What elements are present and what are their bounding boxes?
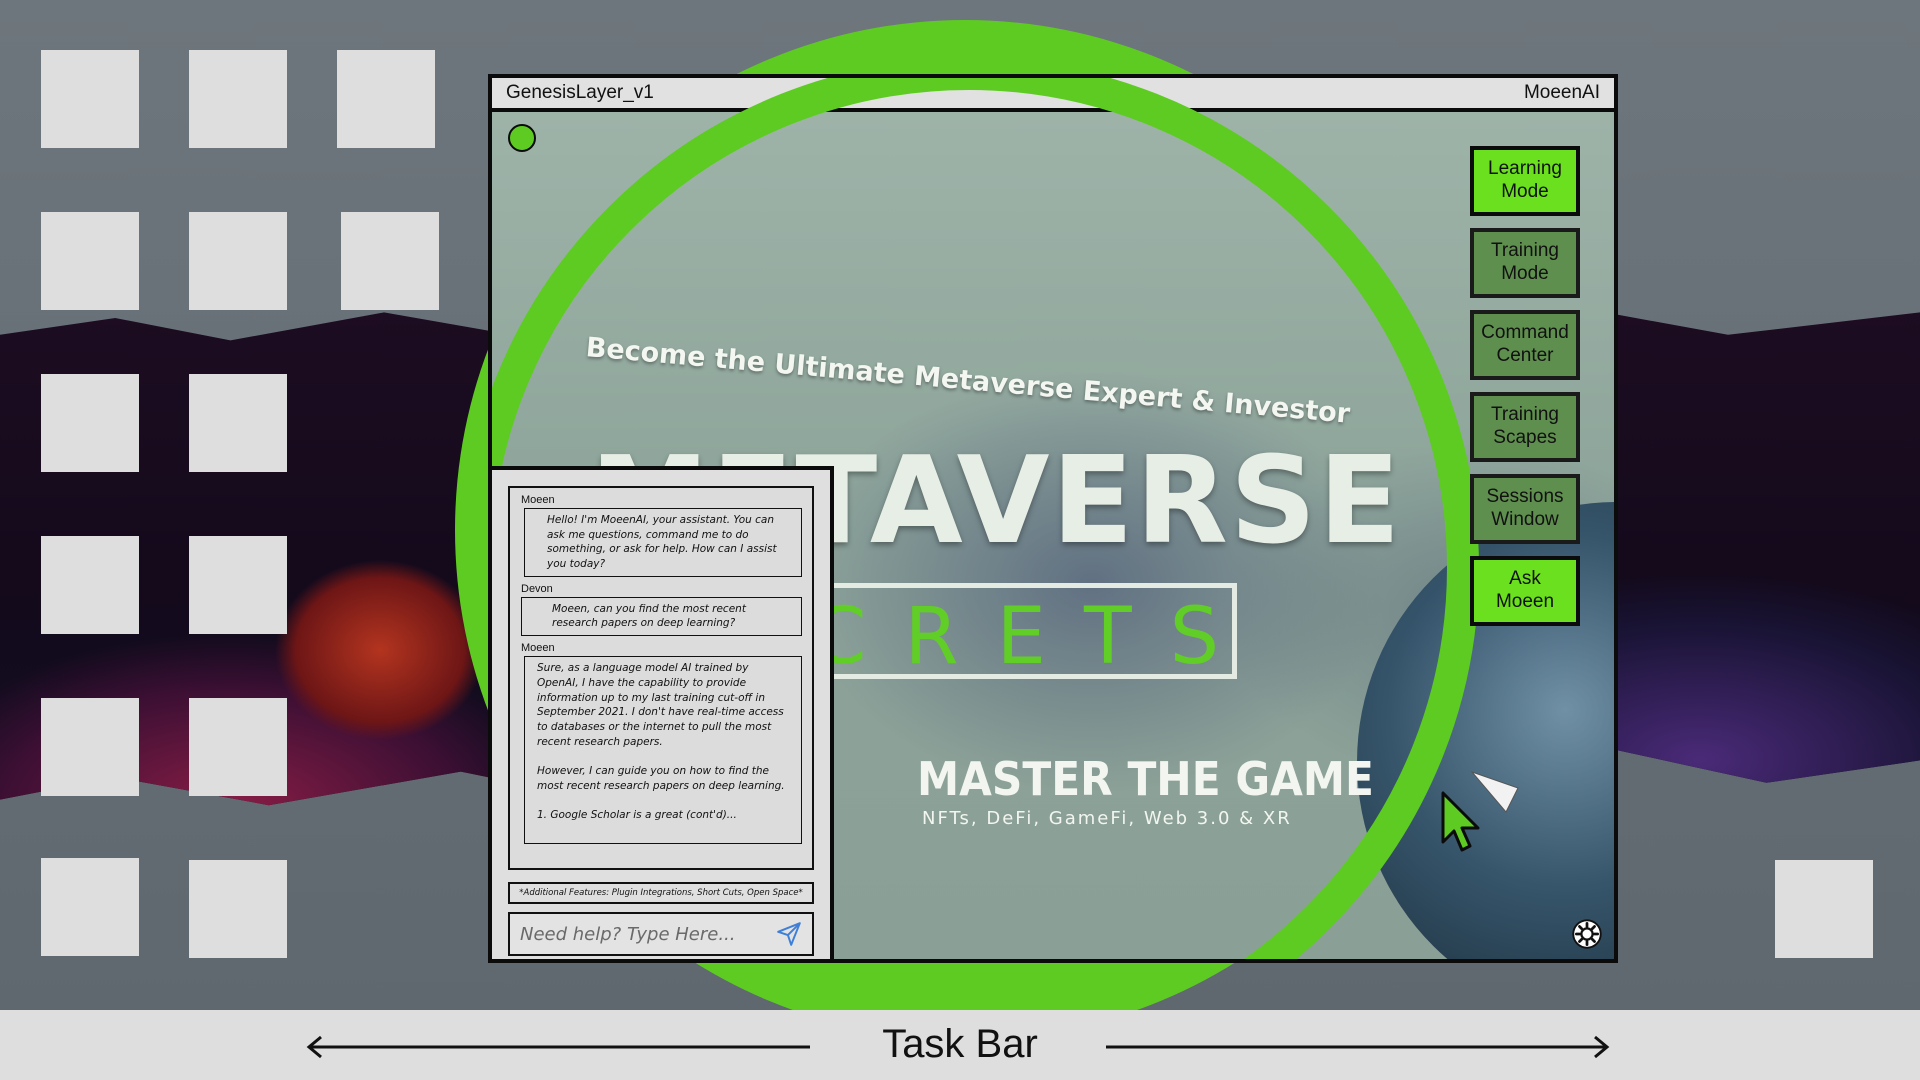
arrow-right-icon <box>1106 1035 1610 1059</box>
desktop-icon[interactable] <box>41 698 139 796</box>
sessions-window-button[interactable]: Sessions Window <box>1470 474 1580 544</box>
chat-panel: Moeen Hello! I'm MoeenAI, your assistant… <box>492 466 834 959</box>
desktop-icon[interactable] <box>189 374 287 472</box>
desktop-icon[interactable] <box>189 212 287 310</box>
chat-input[interactable] <box>520 923 776 945</box>
additional-features-note: *Additional Features: Plugin Integration… <box>508 882 814 904</box>
taskbar[interactable]: Task Bar <box>0 1010 1920 1080</box>
desktop-icon[interactable] <box>41 536 139 634</box>
desktop-icon[interactable] <box>189 50 287 148</box>
ask-moeen-button[interactable]: Ask Moeen <box>1470 556 1580 626</box>
desktop-icon[interactable] <box>341 212 439 310</box>
banner-headline: Become the Ultimate Metaverse Expert & I… <box>584 332 1352 430</box>
banner-subtitle: CRETS <box>812 592 1258 682</box>
chat-message: Moeen, can you find the most recent rese… <box>521 596 802 637</box>
banner-tagline: MASTER THE GAME <box>917 752 1374 806</box>
window-title: GenesisLayer_v1 <box>506 82 654 103</box>
training-mode-button[interactable]: Training Mode <box>1470 228 1580 298</box>
desktop-icon[interactable] <box>189 698 287 796</box>
command-center-button[interactable]: Command Center <box>1470 310 1580 380</box>
send-icon[interactable] <box>776 921 802 947</box>
learning-mode-button[interactable]: Learning Mode <box>1470 146 1580 216</box>
desktop-icon[interactable] <box>1775 860 1873 958</box>
status-dot-icon[interactable] <box>508 124 536 152</box>
desktop-icon[interactable] <box>41 212 139 310</box>
chat-message: Sure, as a language model AI trained by … <box>524 656 802 845</box>
training-scapes-button[interactable]: Training Scapes <box>1470 392 1580 462</box>
chat-input-box[interactable] <box>508 912 814 956</box>
app-name: MoeenAI <box>1523 82 1600 103</box>
chat-speaker: Moeen <box>521 642 555 655</box>
chat-log[interactable]: Moeen Hello! I'm MoeenAI, your assistant… <box>508 486 814 870</box>
desktop-icon[interactable] <box>337 50 435 148</box>
chat-speaker: Moeen <box>521 494 555 506</box>
desktop-icon[interactable] <box>189 536 287 634</box>
cursor-icon <box>1441 791 1480 852</box>
banner-tagline-sub: NFTs, DeFi, GameFi, Web 3.0 & XR <box>922 808 1292 829</box>
desktop-icon[interactable] <box>189 860 287 958</box>
desktop-icon[interactable] <box>41 50 139 148</box>
desktop-icon[interactable] <box>41 374 139 472</box>
chat-speaker: Devon <box>521 582 553 595</box>
taskbar-label: Task Bar <box>882 1022 1038 1066</box>
desktop-icon[interactable] <box>41 858 139 956</box>
gear-icon[interactable] <box>1572 919 1602 949</box>
title-bar[interactable]: GenesisLayer_v1 MoeenAI <box>492 78 1614 112</box>
chat-message: Hello! I'm MoeenAI, your assistant. You … <box>524 508 802 577</box>
